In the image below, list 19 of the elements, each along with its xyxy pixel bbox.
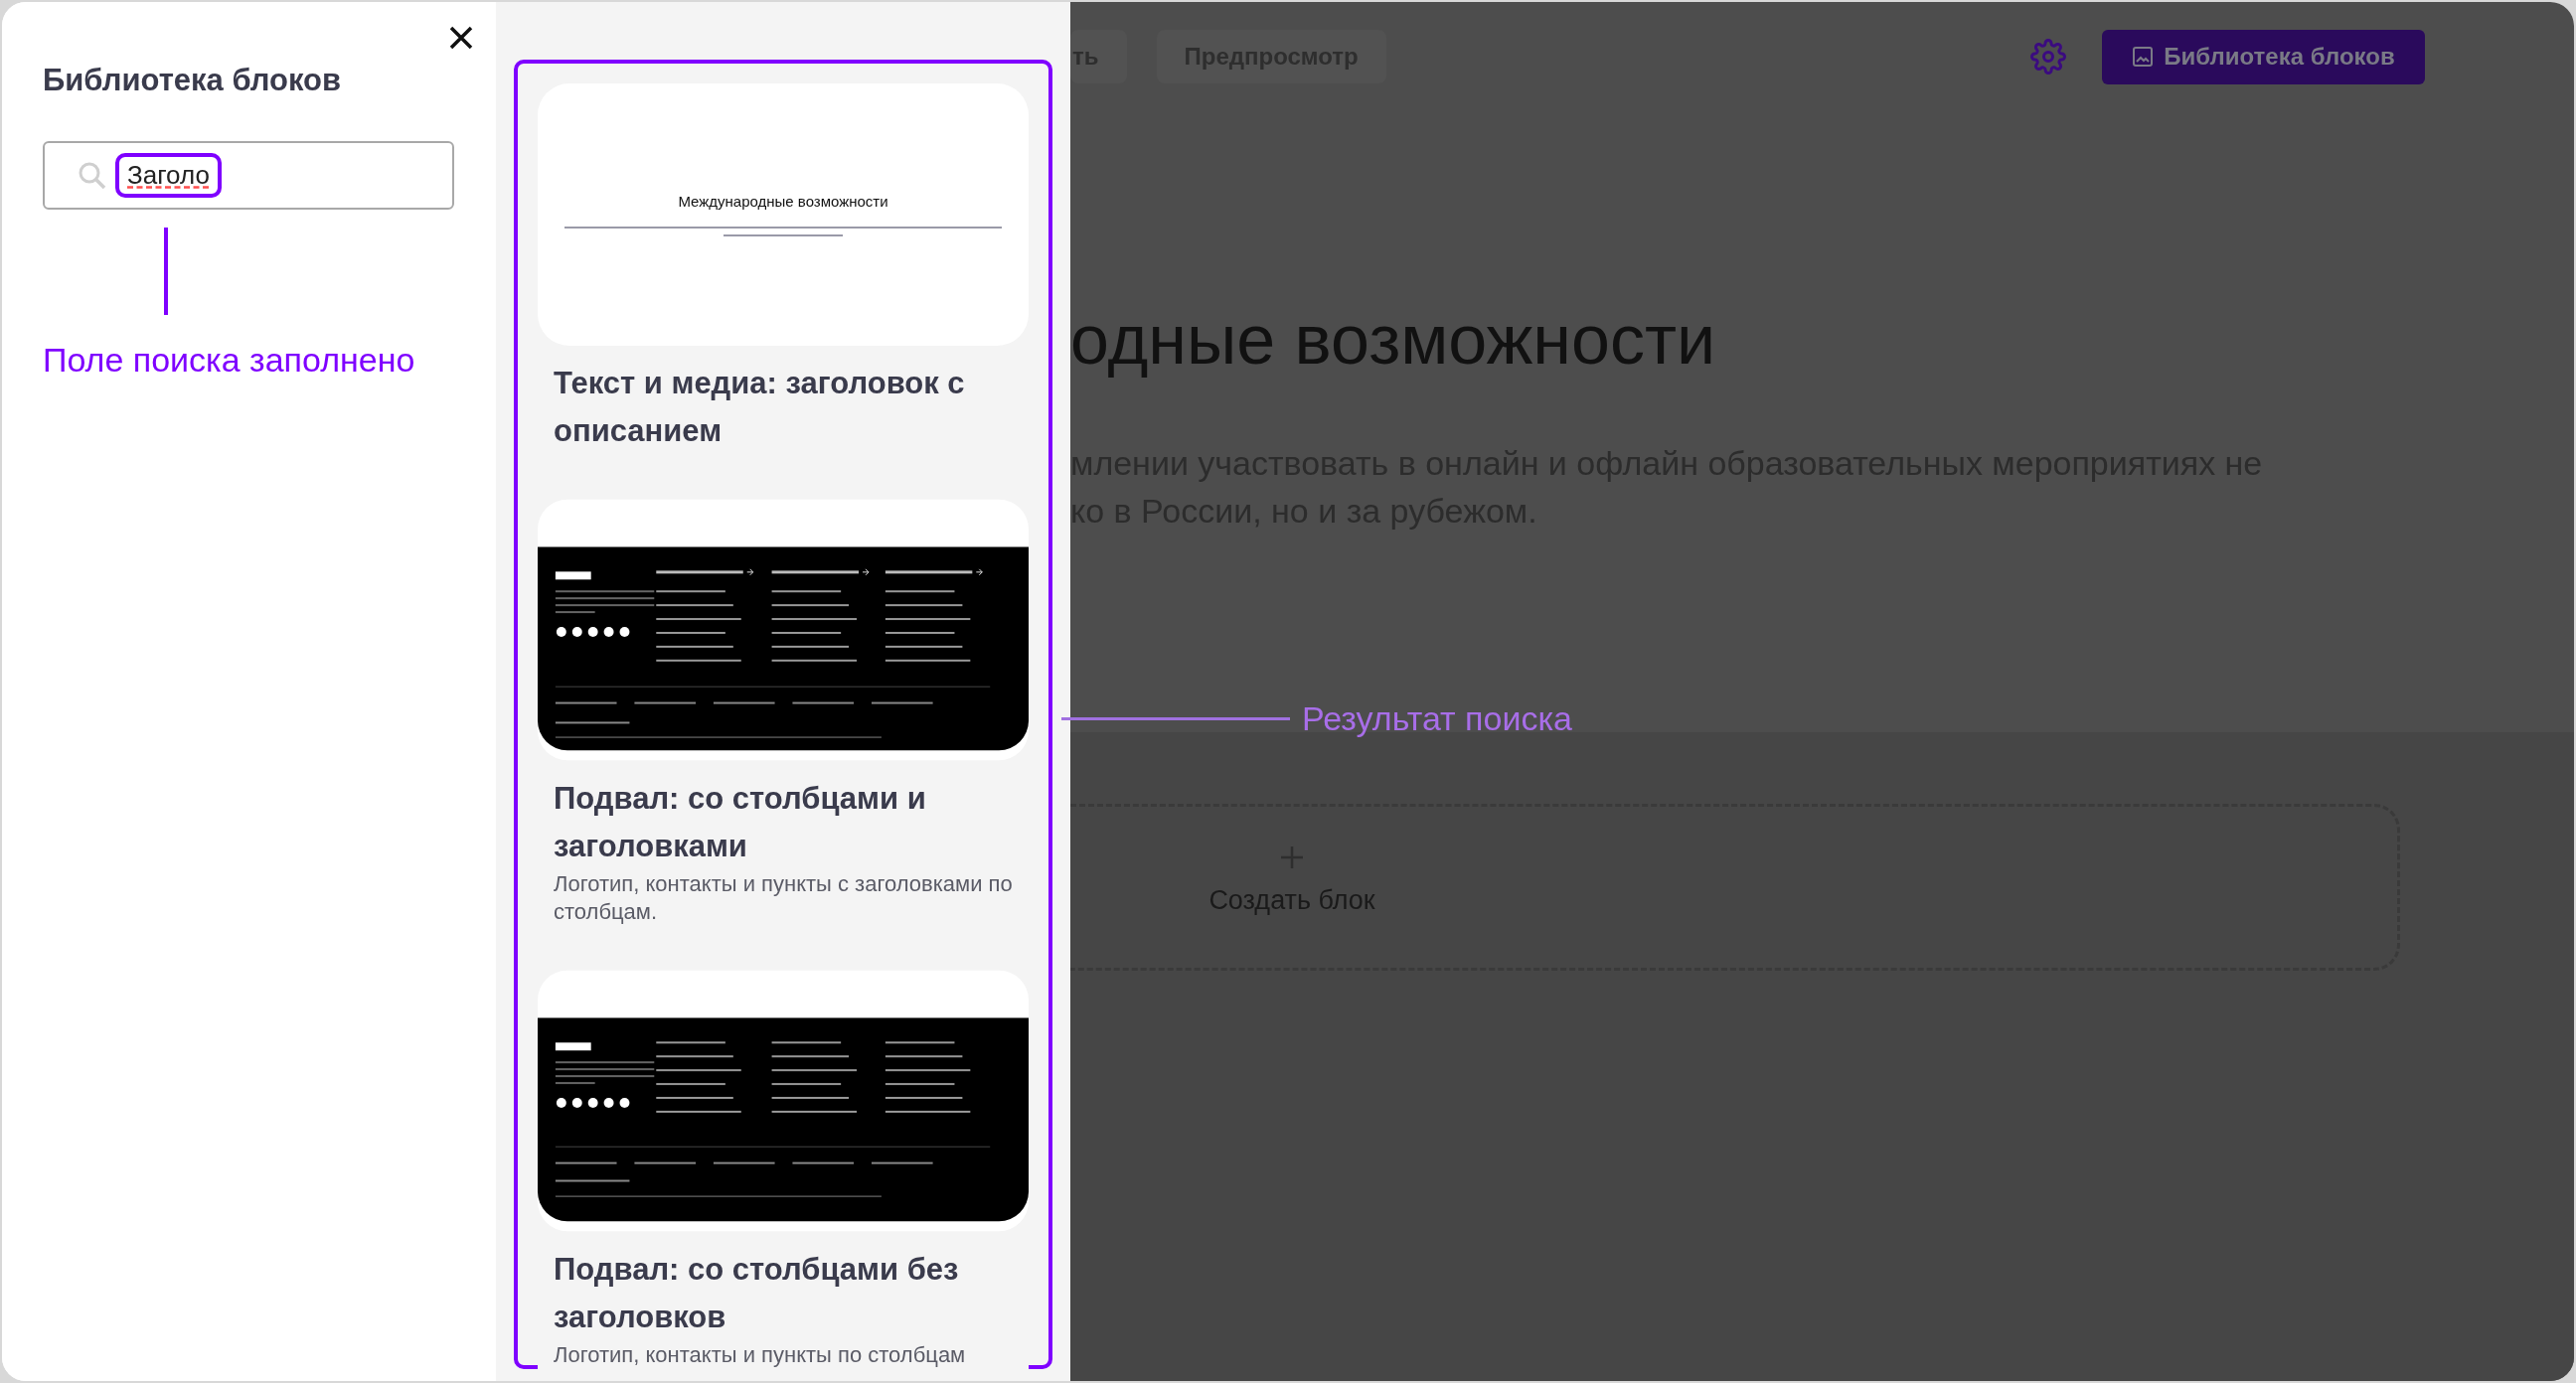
- search-field[interactable]: Заголо: [43, 141, 454, 210]
- description-lines-icon: [564, 225, 1002, 239]
- block-card[interactable]: Подвал: со столбцами и заголовками Логотип, контакты и пункты с заголовками по столбцам.: [538, 499, 1029, 926]
- block-title: Подвал: со столбцами и заголовками: [553, 780, 927, 865]
- close-icon: [448, 25, 474, 51]
- panel-title: Библиотека блоков: [43, 62, 343, 99]
- block-library-button[interactable]: Библиотека блоков: [2102, 29, 2425, 84]
- block-card[interactable]: Международные возможности Текст и медиа: заголовок с описанием: [538, 83, 1029, 455]
- page-heading: одные возможности: [1070, 300, 1717, 380]
- annotation-label: Результат поиска: [1302, 698, 1572, 739]
- block-title: Подвал: со столбцами без заголовков: [553, 1251, 960, 1336]
- block-card[interactable]: Подвал: со столбцами без заголовков Логотип, контакты и пункты по столбцам: [538, 970, 1029, 1369]
- annotation-label: Поле поиска заполнено: [43, 340, 416, 381]
- block-title: Текст и медиа: заголовок с описанием: [553, 365, 966, 450]
- search-value: Заголо: [115, 153, 222, 198]
- search-icon: [78, 160, 107, 191]
- plus-icon: [1279, 845, 1305, 870]
- image-icon: [2132, 46, 2155, 68]
- preview-heading: Международные возможности: [678, 191, 888, 212]
